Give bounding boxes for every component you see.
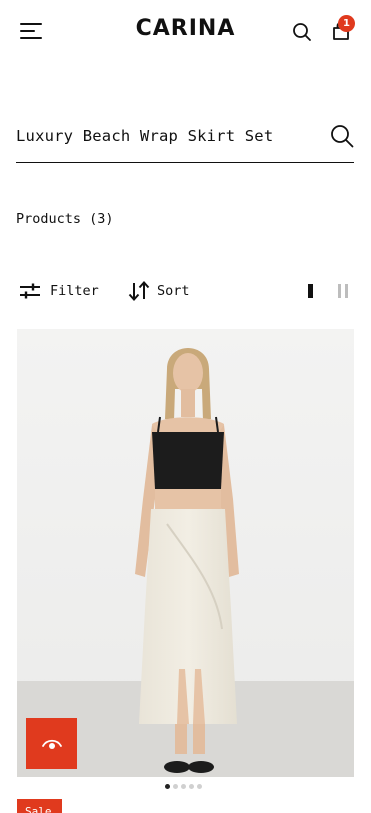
- sort-arrows-icon: [128, 281, 150, 301]
- eye-icon: [41, 739, 62, 749]
- site-logo[interactable]: CARINA: [0, 16, 371, 41]
- filter-button[interactable]: Filter: [16, 278, 99, 304]
- filter-label: Filter: [50, 283, 99, 299]
- site-header: CARINA 1: [0, 0, 371, 62]
- single-column-view-icon[interactable]: [308, 284, 313, 298]
- sort-label: Sort: [157, 283, 190, 299]
- search-input[interactable]: [16, 118, 316, 154]
- search-bar: [16, 118, 354, 163]
- gallery-dot[interactable]: [165, 784, 170, 789]
- gallery-dot[interactable]: [181, 784, 186, 789]
- results-toolbar: Filter Sort: [16, 278, 354, 304]
- hamburger-menu-icon[interactable]: [20, 22, 44, 40]
- product-image[interactable]: [17, 329, 354, 777]
- sliders-icon: [20, 283, 40, 299]
- quick-view-button[interactable]: [26, 718, 77, 769]
- sale-badge: Sale: [17, 799, 62, 813]
- gallery-dot[interactable]: [173, 784, 178, 789]
- gallery-dot[interactable]: [189, 784, 194, 789]
- search-icon[interactable]: [292, 22, 312, 42]
- cart-count-badge: 1: [338, 15, 355, 32]
- sort-button[interactable]: Sort: [128, 278, 190, 304]
- gallery-dot[interactable]: [197, 784, 202, 789]
- two-column-view-icon[interactable]: [338, 284, 350, 298]
- search-icon[interactable]: [330, 124, 354, 148]
- products-count: Products (3): [16, 211, 114, 227]
- gallery-dots: [165, 784, 202, 789]
- product-card[interactable]: [17, 329, 354, 777]
